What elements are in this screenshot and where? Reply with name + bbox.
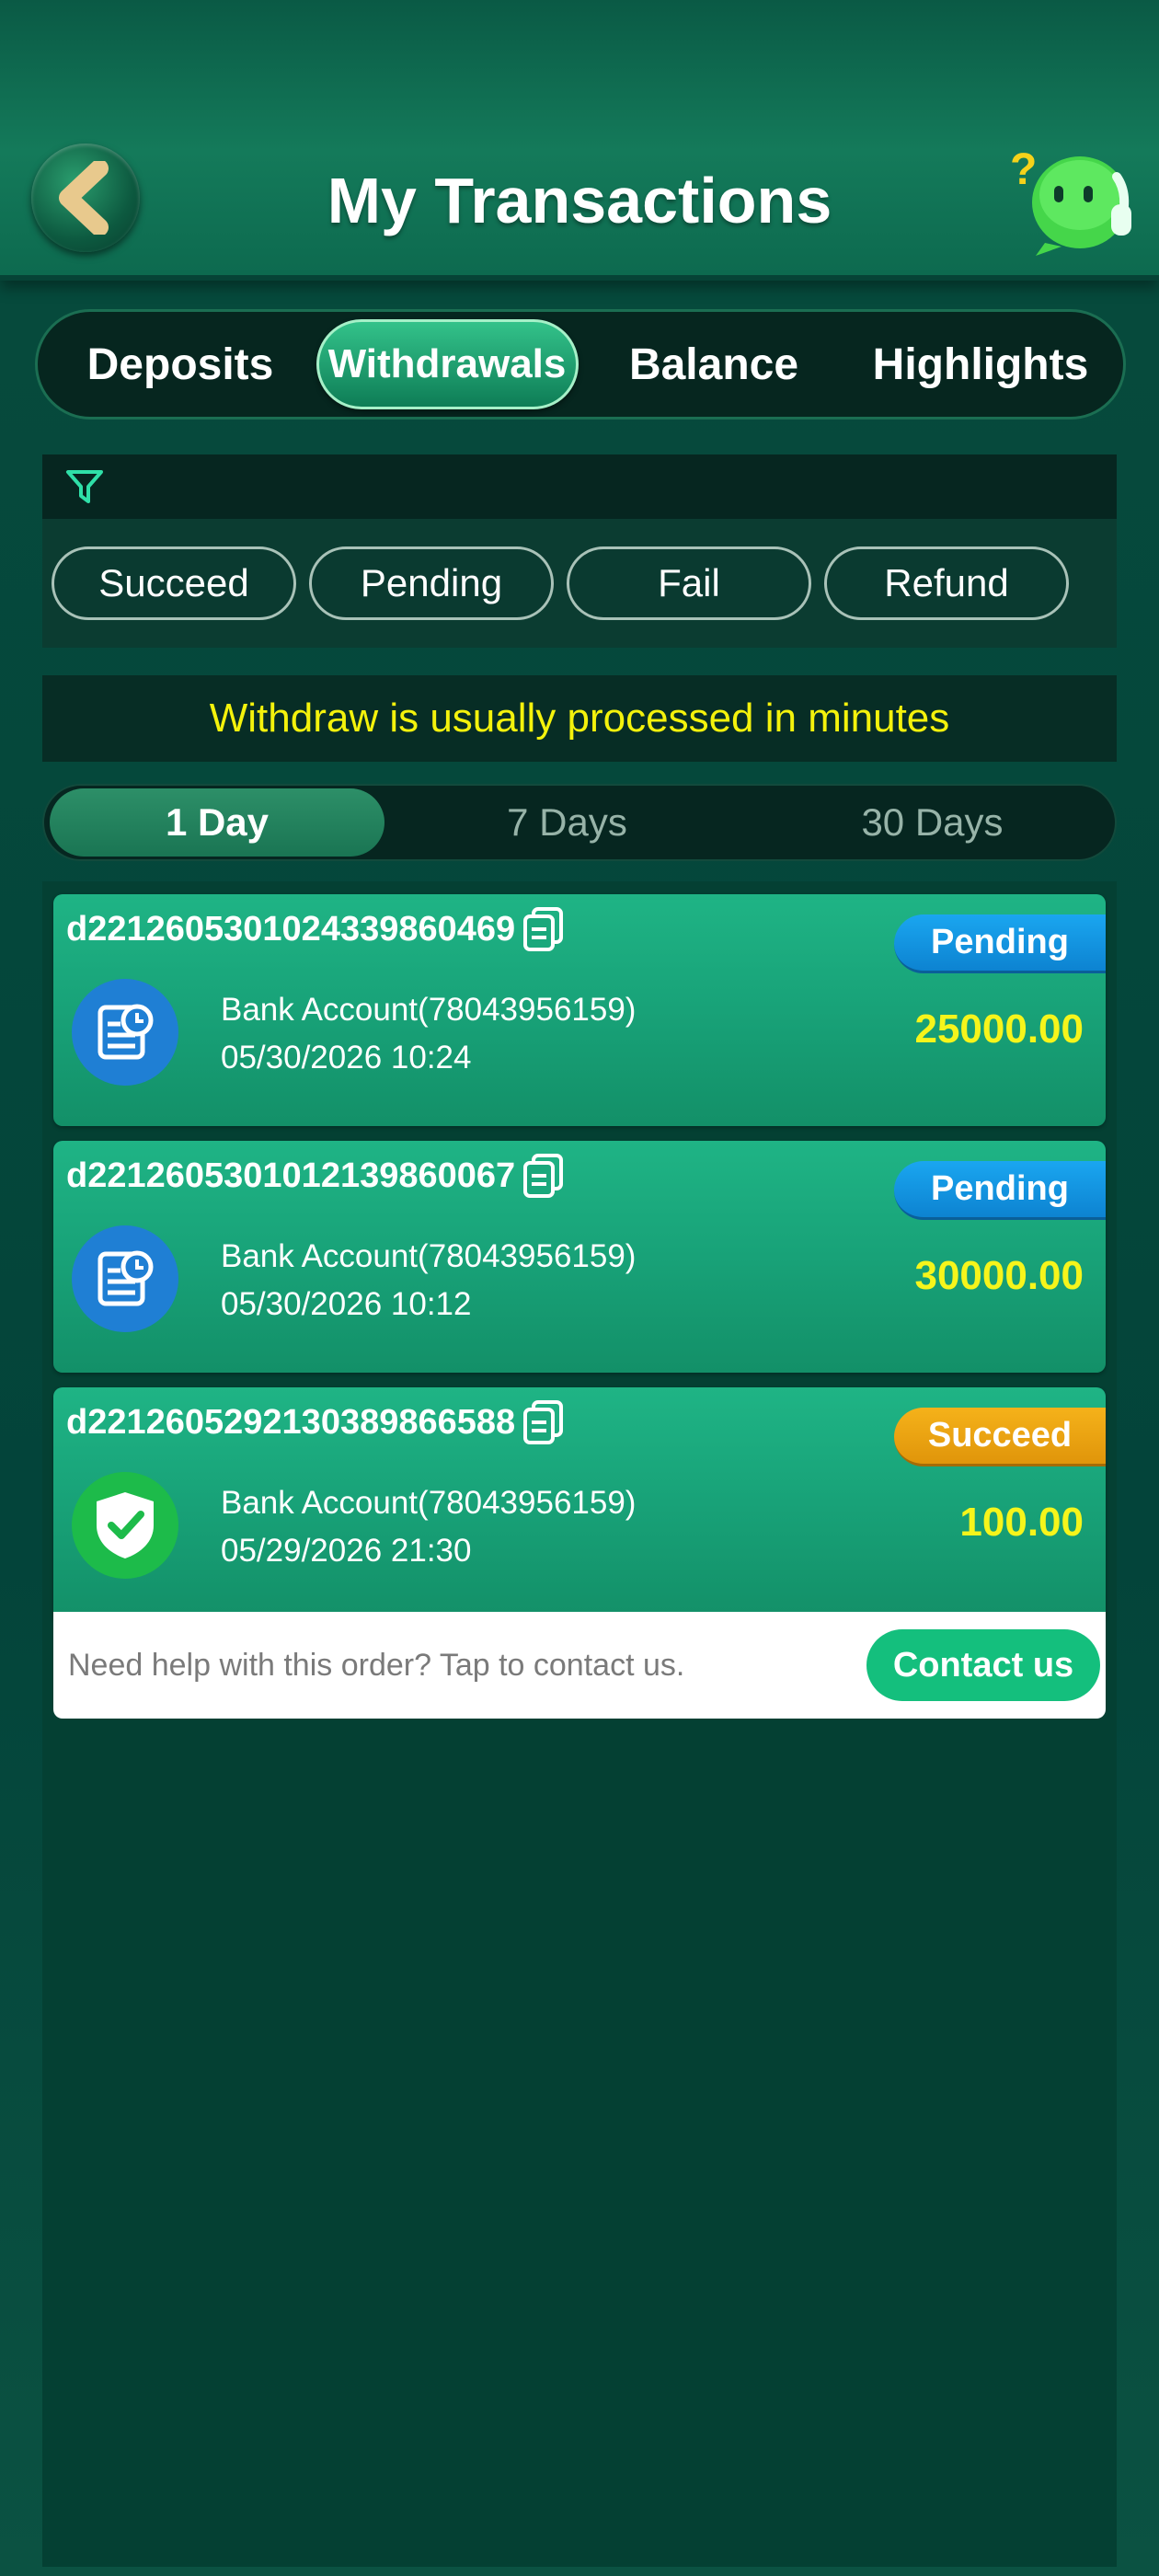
status-badge: Succeed [894, 1408, 1106, 1466]
tab-balance[interactable]: Balance [583, 319, 845, 409]
status-badge: Pending [894, 1161, 1106, 1220]
account-label: Bank Account(78043956159) [221, 1238, 637, 1274]
order-id: d2212605301012139860067 [66, 1154, 565, 1198]
shield-check-icon [72, 1472, 178, 1579]
order-id: d2212605292130389866588 [66, 1400, 565, 1444]
order-id-text: d2212605301024339860469 [66, 909, 516, 949]
filter-chip-refund[interactable]: Refund [824, 546, 1069, 620]
filter-chip-pending[interactable]: Pending [309, 546, 554, 620]
transaction-datetime: 05/30/2026 10:24 [221, 1040, 472, 1075]
order-id-text: d2212605292130389866588 [66, 1402, 516, 1442]
transaction-amount: 30000.00 [914, 1253, 1084, 1298]
account-label: Bank Account(78043956159) [221, 992, 637, 1028]
filter-chip-succeed[interactable]: Succeed [52, 546, 296, 620]
transaction-datetime: 05/30/2026 10:12 [221, 1286, 472, 1322]
day-range-selector: 1 Day 7 Days 30 Days [42, 784, 1117, 861]
transaction-card[interactable]: d2212605301012139860067 Pending Bank Acc… [53, 1141, 1106, 1373]
day-option-1-day[interactable]: 1 Day [50, 788, 384, 857]
order-id-text: d2212605301012139860067 [66, 1156, 516, 1195]
tab-withdrawals[interactable]: Withdrawals [316, 319, 579, 409]
copy-icon[interactable] [522, 1400, 565, 1444]
pending-document-icon [72, 1225, 178, 1332]
order-id: d2212605301024339860469 [66, 907, 565, 951]
filter-bar [42, 454, 1117, 519]
day-option-30-days[interactable]: 30 Days [750, 788, 1115, 857]
transaction-datetime: 05/29/2026 21:30 [221, 1533, 472, 1569]
processing-notice: Withdraw is usually processed in minutes [42, 675, 1117, 762]
transaction-list [42, 881, 1117, 2567]
contact-us-button[interactable]: Contact us [866, 1629, 1100, 1701]
status-badge: Pending [894, 914, 1106, 973]
app-header: My Transactions ? [0, 0, 1159, 281]
transaction-card[interactable]: d2212605292130389866588 Succeed Bank Acc… [53, 1387, 1106, 1617]
transaction-amount: 25000.00 [914, 1006, 1084, 1052]
pending-document-icon [72, 979, 178, 1086]
transaction-type-tabs: Deposits Withdrawals Balance Highlights [35, 309, 1126, 420]
help-text: Need help with this order? Tap to contac… [68, 1647, 685, 1683]
order-help-row: Need help with this order? Tap to contac… [53, 1612, 1106, 1719]
copy-icon[interactable] [522, 1154, 565, 1198]
svg-text:?: ? [1010, 145, 1037, 194]
transaction-card[interactable]: d2212605301024339860469 Pending Bank Acc… [53, 894, 1106, 1126]
filter-chip-fail[interactable]: Fail [567, 546, 811, 620]
status-filter-panel: Succeed Pending Fail Refund [42, 519, 1117, 648]
support-mascot-icon[interactable]: ? [1008, 140, 1137, 259]
transaction-amount: 100.00 [959, 1500, 1084, 1545]
day-option-7-days[interactable]: 7 Days [384, 788, 750, 857]
tab-deposits[interactable]: Deposits [50, 319, 312, 409]
filter-icon[interactable] [64, 466, 105, 507]
tab-highlights[interactable]: Highlights [850, 319, 1112, 409]
copy-icon[interactable] [522, 907, 565, 951]
account-label: Bank Account(78043956159) [221, 1485, 637, 1521]
page-title: My Transactions [327, 165, 832, 236]
